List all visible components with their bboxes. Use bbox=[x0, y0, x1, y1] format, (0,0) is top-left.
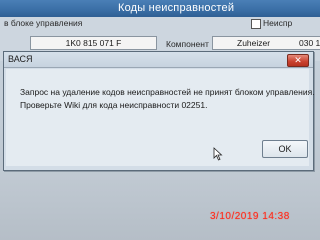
window-title-bar: Коды неисправностей bbox=[0, 0, 320, 17]
dialog-body: Запрос на удаление кодов неисправностей … bbox=[6, 69, 315, 166]
fault-checkbox-label: Неиспр bbox=[263, 18, 293, 28]
component-label: Компонент bbox=[166, 39, 209, 49]
close-button[interactable]: ✕ bbox=[287, 54, 309, 67]
dialog-message-line2: Проверьте Wiki для кода неисправности 02… bbox=[20, 100, 208, 110]
dialog-message-line1: Запрос на удаление кодов неисправностей … bbox=[20, 87, 315, 97]
camera-datestamp: 3/10/2019 14:38 bbox=[210, 211, 290, 222]
component-field: Zuheizer 030 1 bbox=[212, 36, 320, 50]
component-extra: 030 1 bbox=[299, 38, 320, 48]
component-value: Zuheizer bbox=[237, 38, 271, 48]
dialog-title: ВАСЯ bbox=[8, 54, 33, 64]
mouse-cursor-icon bbox=[213, 147, 223, 161]
part-number-field: 1K0 815 071 F bbox=[30, 36, 157, 50]
screen: Коды неисправностей в блоке управления Н… bbox=[0, 0, 320, 240]
block-label: в блоке управления bbox=[4, 18, 83, 28]
ok-button[interactable]: OK bbox=[262, 140, 308, 158]
window-title: Коды неисправностей bbox=[118, 2, 235, 14]
dialog-title-bar: ВАСЯ ✕ bbox=[4, 52, 313, 68]
lower-area bbox=[0, 170, 320, 240]
fault-checkbox[interactable] bbox=[251, 19, 261, 29]
message-dialog: ВАСЯ ✕ Запрос на удаление кодов неисправ… bbox=[3, 51, 315, 171]
